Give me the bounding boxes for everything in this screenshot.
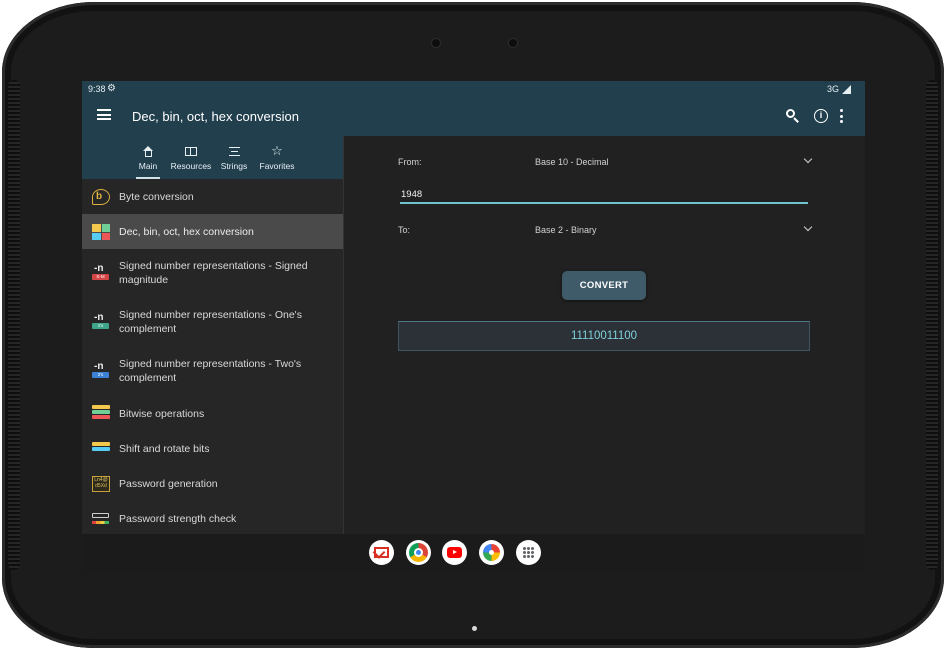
nav-item-label: Bitwise operations bbox=[119, 408, 205, 420]
converter-panel: From: Base 10 - Decimal To: Base 2 - Bin… bbox=[344, 136, 865, 534]
convert-button[interactable]: CONVERT bbox=[562, 271, 646, 300]
tab-strings-label: Strings bbox=[220, 161, 248, 171]
chrome-icon[interactable] bbox=[406, 540, 431, 565]
tab-strings[interactable]: Strings bbox=[219, 136, 249, 179]
star-icon: ☆ bbox=[271, 143, 283, 158]
nav-item-signed-magnitude[interactable]: -n S-M Signed number representations - Si… bbox=[82, 249, 343, 298]
nav-item-label: Password strength check bbox=[119, 513, 237, 525]
app-dock bbox=[82, 534, 865, 571]
page-title: Dec, bin, oct, hex conversion bbox=[132, 109, 299, 124]
app-drawer-icon[interactable] bbox=[516, 540, 541, 565]
from-base-select[interactable]: Base 10 - Decimal bbox=[535, 157, 609, 167]
info-icon[interactable]: i bbox=[811, 106, 831, 126]
from-label: From: bbox=[398, 157, 422, 167]
byte-conversion-icon: b bbox=[92, 189, 110, 205]
nav-item-label: Signed number representations - One's co… bbox=[119, 309, 302, 335]
nav-item-label: Dec, bin, oct, hex conversion bbox=[119, 226, 254, 238]
tab-favorites[interactable]: ☆ Favorites bbox=[258, 136, 296, 179]
front-sensor bbox=[432, 39, 440, 47]
nav-item-label: Byte conversion bbox=[119, 191, 194, 203]
shift-rotate-icon bbox=[92, 442, 110, 458]
nav-item-bitwise-operations[interactable]: Bitwise operations bbox=[82, 396, 343, 431]
nav-item-label: Signed number representations - Two's co… bbox=[119, 358, 302, 384]
nav-list: b Byte conversion Dec, bin, oct, hex con… bbox=[82, 179, 343, 534]
nav-item-password-strength[interactable]: Password strength check bbox=[82, 501, 343, 534]
nav-item-byte-conversion[interactable]: b Byte conversion bbox=[82, 179, 343, 214]
to-label: To: bbox=[398, 225, 411, 235]
signed-magnitude-icon: -n S-M bbox=[92, 263, 110, 281]
search-icon[interactable] bbox=[783, 106, 803, 126]
signal-strength-icon bbox=[842, 85, 851, 94]
tab-bar: Main Resources Strings ☆ Favorites bbox=[82, 136, 343, 179]
nav-item-label: Password generation bbox=[119, 478, 218, 490]
tab-resources-label: Resources bbox=[170, 161, 212, 171]
nav-item-label: Signed number representations - Signed m… bbox=[119, 260, 308, 286]
bitwise-operations-icon bbox=[92, 405, 110, 421]
tab-favorites-label: Favorites bbox=[259, 161, 295, 171]
gmail-icon[interactable] bbox=[369, 540, 394, 565]
chevron-down-icon[interactable] bbox=[803, 222, 813, 232]
status-time: 9:38 bbox=[88, 84, 106, 94]
status-bar: 9:38 ⚙ 3G bbox=[82, 81, 865, 98]
home-indicator-dot bbox=[472, 626, 477, 631]
home-icon bbox=[136, 142, 160, 160]
navigation-panel: Main Resources Strings ☆ Favorites b Byt… bbox=[82, 136, 343, 534]
settings-gear-icon: ⚙ bbox=[107, 83, 116, 94]
book-icon bbox=[170, 142, 212, 160]
conversion-result: 11110011100 bbox=[398, 321, 810, 351]
tab-main[interactable]: Main bbox=[136, 136, 160, 179]
ones-complement-icon: -n 1's bbox=[92, 312, 110, 330]
tab-main-label: Main bbox=[138, 161, 158, 171]
nav-item-password-generation[interactable]: Ln4@ d5Xd Password generation bbox=[82, 466, 343, 501]
chevron-down-icon[interactable] bbox=[803, 154, 813, 164]
photos-icon[interactable] bbox=[479, 540, 504, 565]
nav-item-dec-bin-oct-hex[interactable]: Dec, bin, oct, hex conversion bbox=[82, 214, 343, 249]
number-input-field bbox=[400, 184, 808, 204]
youtube-icon[interactable] bbox=[442, 540, 467, 565]
to-row: To: Base 2 - Binary bbox=[398, 221, 813, 243]
password-strength-icon bbox=[92, 511, 110, 527]
front-camera bbox=[509, 39, 517, 47]
nav-item-shift-rotate[interactable]: Shift and rotate bits bbox=[82, 431, 343, 466]
left-speaker-grille bbox=[8, 80, 20, 570]
from-row: From: Base 10 - Decimal bbox=[398, 153, 813, 175]
screen: 9:38 ⚙ 3G Dec, bin, oct, hex conversion … bbox=[82, 81, 865, 571]
nav-item-twos-complement[interactable]: -n 2's Signed number representations - Tw… bbox=[82, 347, 343, 396]
network-type: 3G bbox=[826, 84, 839, 94]
tab-resources[interactable]: Resources bbox=[170, 136, 212, 179]
number-input[interactable] bbox=[400, 185, 808, 204]
hamburger-menu-icon[interactable] bbox=[97, 109, 111, 120]
password-generation-icon: Ln4@ d5Xd bbox=[92, 476, 110, 492]
app-bar: Dec, bin, oct, hex conversion i bbox=[82, 98, 865, 136]
right-speaker-grille bbox=[926, 80, 938, 570]
twos-complement-icon: -n 2's bbox=[92, 361, 110, 379]
to-base-select[interactable]: Base 2 - Binary bbox=[535, 225, 597, 235]
text-lines-icon bbox=[219, 142, 249, 160]
nav-item-label: Shift and rotate bits bbox=[119, 443, 210, 455]
more-options-icon[interactable] bbox=[835, 106, 855, 126]
base-grid-icon bbox=[92, 224, 110, 240]
nav-item-ones-complement[interactable]: -n 1's Signed number representations - On… bbox=[82, 298, 343, 347]
